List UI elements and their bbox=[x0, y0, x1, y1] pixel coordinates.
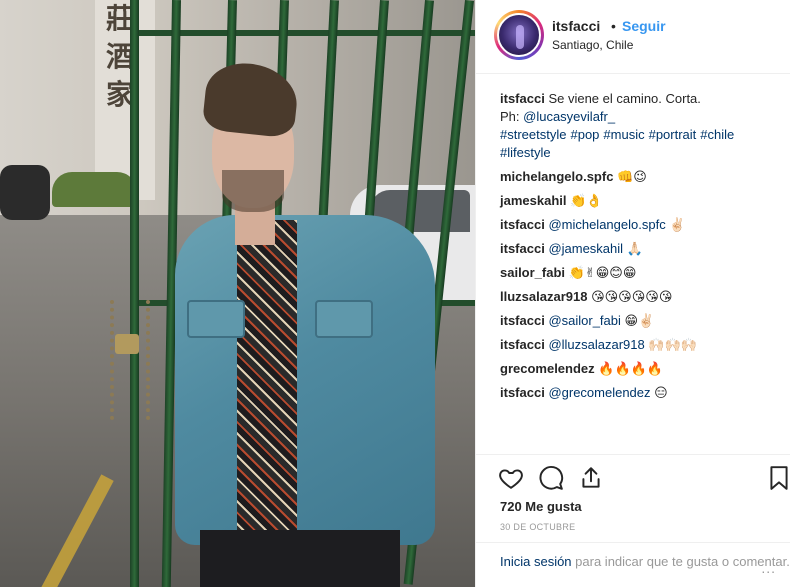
comment: itsfacci @grecomelendez 😑 bbox=[500, 384, 770, 402]
caption: itsfacci Se viene el camino. Corta. Ph: … bbox=[500, 90, 770, 162]
jacket-pocket bbox=[187, 300, 245, 338]
avatar-image bbox=[497, 13, 541, 57]
person bbox=[165, 59, 435, 587]
bookmark-icon[interactable] bbox=[766, 465, 790, 491]
comment-mention[interactable]: @jameskahil bbox=[548, 241, 623, 256]
comment: lluzsalazar918 😘😘😘😘😘😘 bbox=[500, 288, 770, 306]
comment-text: ✌🏻 bbox=[669, 217, 686, 232]
gate-bar bbox=[130, 0, 139, 587]
avatar[interactable] bbox=[494, 10, 544, 60]
hashtag-link[interactable]: #chile bbox=[700, 127, 734, 142]
comment-username[interactable]: itsfacci bbox=[500, 385, 545, 400]
action-bar bbox=[476, 454, 790, 498]
comment-mention[interactable]: @grecomelendez bbox=[548, 385, 650, 400]
location-link[interactable]: Santiago, Chile bbox=[552, 38, 633, 52]
comment-text: 😘😘😘😘😘😘 bbox=[591, 289, 673, 304]
post-sidebar: itsfacci • Seguir Santiago, Chile itsfac… bbox=[475, 0, 790, 587]
comment-username[interactable]: itsfacci bbox=[500, 217, 545, 232]
comment-text: 🙌🏻🙌🏻🙌🏻 bbox=[648, 337, 697, 352]
pants bbox=[200, 530, 400, 587]
comment-text: 😁✌🏻 bbox=[624, 313, 655, 328]
caption-text: Se viene el camino. Corta. bbox=[548, 91, 701, 106]
comment: itsfacci @lluzsalazar918 🙌🏻🙌🏻🙌🏻 bbox=[500, 336, 770, 354]
comment-text: 👏👌 bbox=[570, 193, 603, 208]
caption-ph-label: Ph: bbox=[500, 109, 520, 124]
comment-text: 👏✌😁😊😁 bbox=[568, 265, 637, 280]
caption-username[interactable]: itsfacci bbox=[500, 91, 545, 106]
heart-icon[interactable] bbox=[498, 465, 524, 491]
avatar-figure bbox=[516, 25, 524, 49]
header-username[interactable]: itsfacci bbox=[552, 18, 600, 34]
comment-icon[interactable] bbox=[538, 465, 564, 491]
comment-text: 👊😉 bbox=[617, 169, 647, 184]
login-link[interactable]: Inicia sesión bbox=[500, 554, 572, 569]
likes-count[interactable]: 720 Me gusta bbox=[500, 499, 582, 514]
comments-list: itsfacci Se viene el camino. Corta. Ph: … bbox=[500, 90, 770, 408]
bush bbox=[52, 172, 137, 207]
comment-username[interactable]: grecomelendez bbox=[500, 361, 595, 376]
comment-username[interactable]: sailor_fabi bbox=[500, 265, 565, 280]
comment-text: 🙏🏻 bbox=[626, 241, 643, 256]
post-photo[interactable]: 莊 酒 家 bbox=[0, 0, 475, 587]
printed-shirt bbox=[237, 220, 297, 545]
comment: jameskahil 👏👌 bbox=[500, 192, 770, 210]
comment-username[interactable]: michelangelo.spfc bbox=[500, 169, 613, 184]
gate-chain bbox=[110, 300, 150, 420]
follow-button[interactable]: Seguir bbox=[622, 18, 666, 34]
comment: itsfacci @jameskahil 🙏🏻 bbox=[500, 240, 770, 258]
comment: grecomelendez 🔥🔥🔥🔥 bbox=[500, 360, 770, 378]
padlock bbox=[115, 334, 139, 354]
motorbike bbox=[0, 165, 50, 220]
comment-username[interactable]: itsfacci bbox=[500, 337, 545, 352]
more-options-icon[interactable]: ... bbox=[761, 560, 776, 576]
comment: sailor_fabi 👏✌😁😊😁 bbox=[500, 264, 770, 282]
caption-mention[interactable]: @lucasyevilafr_ bbox=[523, 109, 615, 124]
hair bbox=[201, 59, 301, 139]
comment: michelangelo.spfc 👊😉 bbox=[500, 168, 770, 186]
comment-username[interactable]: itsfacci bbox=[500, 241, 545, 256]
caption-hashtags: #streetstyle #pop #music #portrait #chile #l… bbox=[500, 127, 738, 160]
share-icon[interactable] bbox=[578, 465, 604, 491]
comment: itsfacci @michelangelo.spfc ✌🏻 bbox=[500, 216, 770, 234]
comment-username[interactable]: jameskahil bbox=[500, 193, 567, 208]
beard bbox=[222, 170, 284, 212]
comment-username[interactable]: lluzsalazar918 bbox=[500, 289, 587, 304]
login-prompt-text: para indicar que te gusta o comentar. bbox=[575, 554, 790, 569]
hashtag-link[interactable]: #music bbox=[603, 127, 644, 142]
comment-mention[interactable]: @michelangelo.spfc bbox=[548, 217, 665, 232]
login-prompt: Inicia sesión para indicar que te gusta … bbox=[476, 542, 790, 587]
denim-jacket bbox=[175, 215, 435, 545]
hashtag-link[interactable]: #pop bbox=[570, 127, 599, 142]
hashtag-link[interactable]: #portrait bbox=[649, 127, 697, 142]
comment-text: 🔥🔥🔥🔥 bbox=[598, 361, 664, 376]
comment-username[interactable]: itsfacci bbox=[500, 313, 545, 328]
post-header: itsfacci • Seguir Santiago, Chile bbox=[476, 0, 790, 74]
comment: itsfacci @sailor_fabi 😁✌🏻 bbox=[500, 312, 770, 330]
hashtag-link[interactable]: #streetstyle bbox=[500, 127, 566, 142]
comment-mention[interactable]: @sailor_fabi bbox=[548, 313, 620, 328]
comment-mention[interactable]: @lluzsalazar918 bbox=[548, 337, 644, 352]
separator-dot: • bbox=[611, 18, 616, 34]
hashtag-link[interactable]: #lifestyle bbox=[500, 145, 551, 160]
comment-text: 😑 bbox=[654, 385, 668, 400]
post-date: 30 DE OCTUBRE bbox=[500, 522, 576, 532]
jacket-pocket bbox=[315, 300, 373, 338]
